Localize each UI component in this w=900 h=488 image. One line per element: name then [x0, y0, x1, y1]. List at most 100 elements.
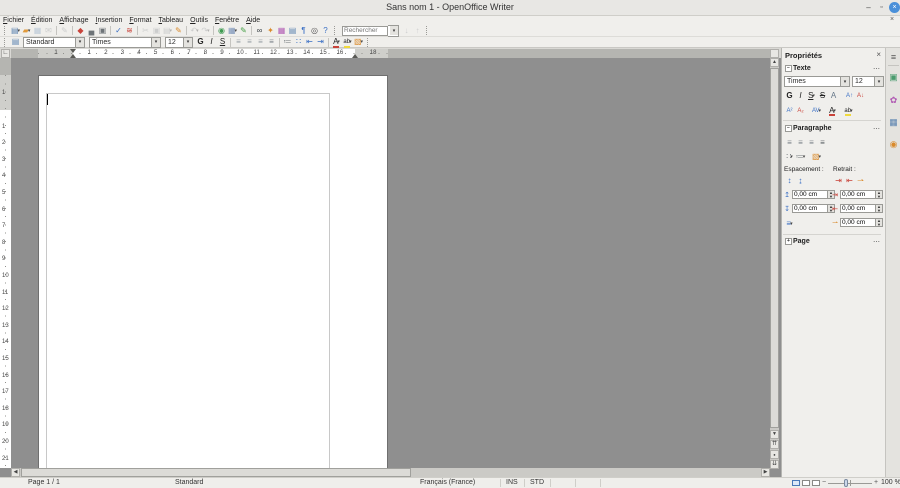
bold-button[interactable]: G: [195, 37, 206, 48]
save-button[interactable]: ▦: [32, 25, 43, 36]
gallery-tab[interactable]: ✿: [888, 95, 899, 106]
zoom-in-button[interactable]: +: [874, 479, 878, 486]
sb-char-spacing-dropdown[interactable]: ▾: [819, 108, 822, 114]
paste-button[interactable]: ▤▾: [162, 25, 173, 36]
zoom-level[interactable]: 100 %: [881, 479, 900, 486]
open-dropdown[interactable]: ▾: [28, 28, 31, 34]
properties-tab[interactable]: ▣: [888, 72, 899, 83]
language-status[interactable]: Français (France): [420, 479, 475, 486]
sb-font-color-button[interactable]: A▾: [827, 105, 838, 116]
toolbar-grip[interactable]: [4, 38, 7, 47]
search-dropdown[interactable]: ▾: [388, 25, 399, 37]
minimize-button[interactable]: –: [863, 3, 874, 13]
zoom-out-button[interactable]: −: [822, 479, 826, 486]
page-preview-button[interactable]: ▣: [97, 25, 108, 36]
undo-dropdown[interactable]: ▾: [196, 28, 199, 34]
sb-hanging-indent-button[interactable]: ⇀: [855, 175, 866, 186]
align-right-button[interactable]: ≡: [255, 37, 266, 48]
toolbar-grip[interactable]: [334, 26, 337, 35]
scroll-down-button[interactable]: ▼: [770, 430, 779, 439]
expand-icon[interactable]: +: [785, 238, 792, 245]
sb-shadow-button[interactable]: A: [828, 90, 839, 101]
indent-after-field[interactable]: [840, 204, 876, 213]
menu-fichier[interactable]: Fichier: [3, 16, 24, 25]
sb-increase-font-button[interactable]: A↑: [844, 90, 855, 101]
section-page-header[interactable]: + Page: [793, 238, 810, 245]
search-input[interactable]: [342, 26, 388, 36]
page-more-options-icon[interactable]: ⋯: [873, 238, 881, 246]
format-paintbrush-button[interactable]: ✎: [173, 25, 184, 36]
sb-superscript-button[interactable]: A²: [784, 105, 795, 116]
data-sources-button[interactable]: ▤: [287, 25, 298, 36]
line-spacing-button[interactable]: ≡ ▾: [784, 218, 795, 229]
toolbar-grip[interactable]: [426, 26, 429, 35]
justify-button[interactable]: ≡: [266, 37, 277, 48]
numbered-list-button[interactable]: ≔: [282, 37, 293, 48]
menu-format[interactable]: Format: [129, 16, 151, 25]
sb-char-spacing-button[interactable]: AV▾: [811, 105, 822, 116]
horizontal-scrollbar[interactable]: ◀ ▶: [11, 468, 770, 477]
vertical-scrollbar[interactable]: ▲ ▼ ⇈ ● ⇊: [770, 58, 779, 468]
scroll-left-button[interactable]: ◀: [11, 468, 20, 477]
zoom-slider-thumb[interactable]: [844, 479, 848, 487]
sb-increase-spacing-button[interactable]: ↕: [784, 175, 795, 186]
redo-button[interactable]: ↷▾: [200, 25, 211, 36]
close-button[interactable]: ×: [889, 2, 900, 13]
background-color-button[interactable]: ▧▾: [353, 37, 364, 48]
single-page-view-icon[interactable]: [792, 480, 800, 486]
sb-justify-button[interactable]: ≡: [817, 137, 828, 148]
menu-tableau[interactable]: Tableau: [159, 16, 184, 25]
first-line-indent-field[interactable]: [840, 218, 876, 227]
paste-dropdown[interactable]: ▾: [170, 28, 173, 34]
collapse-icon[interactable]: −: [785, 65, 792, 72]
styles-panel-button[interactable]: ▤: [10, 37, 21, 48]
menu-fenetre[interactable]: Fenêtre: [215, 16, 239, 25]
sb-decrease-indent-button[interactable]: ⇤: [844, 175, 855, 186]
table-dropdown[interactable]: ▾: [235, 28, 238, 34]
formatting-marks-button[interactable]: ¶: [298, 25, 309, 36]
spinner[interactable]: ▲▼: [876, 190, 883, 199]
undo-button[interactable]: ↶▾: [189, 25, 200, 36]
gallery-button[interactable]: ▦: [276, 25, 287, 36]
copy-button[interactable]: ▣: [151, 25, 162, 36]
section-texte-header[interactable]: − Texte: [793, 65, 811, 72]
multi-page-view-icon[interactable]: [802, 480, 810, 486]
vertical-scrollbar-thumb[interactable]: [770, 68, 779, 428]
auto-spellcheck-button[interactable]: ≋: [124, 25, 135, 36]
sb-bold-button[interactable]: G: [784, 90, 795, 101]
sb-subscript-button[interactable]: A₂: [795, 105, 806, 116]
menu-outils[interactable]: Outils: [190, 16, 208, 25]
left-indent-marker[interactable]: [70, 49, 76, 53]
navigation-button[interactable]: ●: [770, 450, 779, 459]
section-paragraphe-header[interactable]: − Paragraphe: [793, 125, 832, 132]
maximize-button[interactable]: ▫: [876, 3, 887, 13]
scroll-up-button[interactable]: ▲: [770, 58, 779, 67]
font-color-button[interactable]: A▾: [331, 37, 342, 48]
sidebar-close-icon[interactable]: ×: [876, 50, 881, 59]
paragraphe-more-options-icon[interactable]: ⋯: [873, 125, 881, 133]
sb-bullets-button[interactable]: ∷▾: [784, 151, 795, 162]
next-page-button[interactable]: ⇊: [770, 460, 779, 469]
sidebar-font-size-select[interactable]: 12 ▾: [852, 76, 884, 87]
background-color-dropdown[interactable]: ▾: [361, 39, 364, 45]
email-button[interactable]: ✉: [43, 25, 54, 36]
previous-page-button[interactable]: ⇈: [770, 440, 779, 449]
tab-stop-selector[interactable]: ∟: [1, 49, 10, 58]
spellcheck-button[interactable]: ✓: [113, 25, 124, 36]
toolbar-grip[interactable]: [367, 38, 370, 47]
paragraph-style-select[interactable]: Standard ▾: [23, 37, 85, 48]
sb-increase-indent-button[interactable]: ⇥: [833, 175, 844, 186]
toolbar-grip[interactable]: [4, 26, 7, 35]
hyperlink-button[interactable]: ◉: [216, 25, 227, 36]
sb-highlight-dropdown[interactable]: ▾: [850, 108, 853, 114]
highlighting-button[interactable]: ab▾: [342, 37, 353, 48]
texte-more-options-icon[interactable]: ⋯: [873, 65, 881, 73]
menu-edition[interactable]: Édition: [31, 16, 52, 25]
font-name-select[interactable]: Times ▾: [89, 37, 161, 48]
find-next-button[interactable]: ↓: [401, 25, 412, 36]
zoom-button[interactable]: ◎: [309, 25, 320, 36]
sb-decrease-spacing-button[interactable]: ↨: [795, 175, 806, 186]
sb-underline-dropdown[interactable]: ▾: [812, 93, 815, 99]
menu-affichage[interactable]: Affichage: [59, 16, 88, 25]
ruler-toggle-button[interactable]: [770, 49, 779, 58]
